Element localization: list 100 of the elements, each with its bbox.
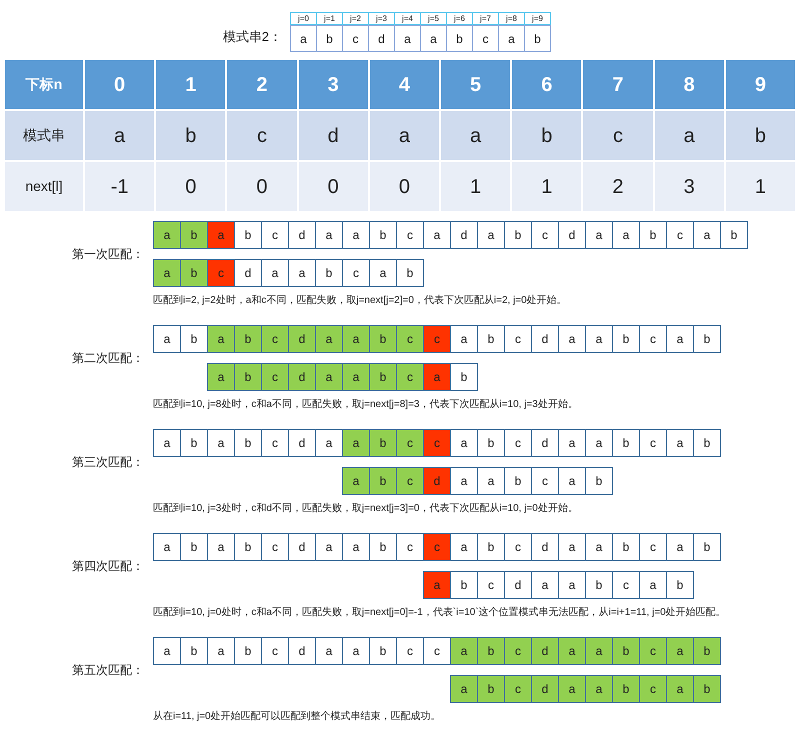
round-caption: 匹配到i=10, j=8处时，c和a不同，匹配失败，取j=next[j=8]=3，代表下次匹配从i=10, j=3处开始。	[153, 398, 579, 412]
char-cell: d	[531, 637, 559, 665]
char-cell: b	[234, 429, 262, 457]
char-cell: d	[531, 675, 559, 703]
char-cell: a	[153, 259, 181, 287]
char-cell: b	[396, 259, 424, 287]
char-cell: c	[261, 637, 289, 665]
char-cell: d	[288, 325, 316, 353]
char-cell: c	[639, 429, 667, 457]
char-cell: a	[153, 325, 181, 353]
table-cell: 0	[227, 162, 297, 211]
table-cell: a	[654, 111, 724, 160]
char-cell: c	[423, 533, 451, 561]
index-cell: j=4	[394, 12, 421, 25]
char-cell: a	[342, 637, 370, 665]
char-cell: a	[315, 363, 343, 391]
char-cell: a	[420, 25, 447, 52]
char-cell: c	[342, 259, 370, 287]
char-cell: b	[180, 259, 208, 287]
index-cell: j=6	[446, 12, 473, 25]
char-cell: b	[612, 325, 640, 353]
char-cell: a	[288, 259, 316, 287]
char-cell: a	[450, 467, 478, 495]
table-cell: 2	[227, 60, 297, 109]
char-cell: a	[315, 221, 343, 249]
char-cell: c	[639, 533, 667, 561]
char-cell: a	[585, 637, 613, 665]
char-cell: c	[261, 429, 289, 457]
char-cell: a	[693, 221, 721, 249]
char-cell: b	[369, 467, 397, 495]
table-cell: 0	[298, 162, 368, 211]
char-cell: a	[207, 533, 235, 561]
char-cell: d	[423, 467, 451, 495]
char-cell: a	[612, 221, 640, 249]
char-cell: a	[342, 221, 370, 249]
table-cell: 1	[726, 162, 795, 211]
char-cell: a	[450, 429, 478, 457]
char-cell: a	[153, 637, 181, 665]
char-cell: b	[180, 533, 208, 561]
round-label: 第四次匹配：	[72, 558, 144, 575]
char-cell: a	[207, 429, 235, 457]
char-cell: d	[234, 259, 262, 287]
char-cell: c	[423, 429, 451, 457]
char-cell: c	[396, 467, 424, 495]
char-cell: c	[396, 325, 424, 353]
char-cell: c	[504, 675, 532, 703]
char-cell: a	[477, 221, 505, 249]
table-cell: a	[85, 111, 154, 160]
char-cell: c	[261, 221, 289, 249]
char-cell: b	[234, 363, 262, 391]
char-cell: c	[477, 571, 505, 599]
char-cell: b	[720, 221, 748, 249]
char-cell: c	[207, 259, 235, 287]
char-cell: b	[369, 533, 397, 561]
char-cell: a	[207, 637, 235, 665]
char-cell: a	[558, 637, 586, 665]
char-cell: a	[666, 533, 694, 561]
char-cell: a	[342, 363, 370, 391]
index-cell: j=2	[342, 12, 369, 25]
char-cell: c	[423, 637, 451, 665]
char-cell: a	[558, 325, 586, 353]
char-cell: c	[472, 25, 499, 52]
table-cell: 1	[440, 162, 510, 211]
round-label: 第二次匹配：	[72, 350, 144, 367]
char-cell: c	[504, 637, 532, 665]
char-cell: c	[396, 637, 424, 665]
char-cell: b	[612, 675, 640, 703]
table-header-cell: 下标n	[5, 60, 83, 109]
char-cell: a	[450, 675, 478, 703]
index-cell: j=0	[290, 12, 317, 25]
char-cell: b	[693, 675, 721, 703]
char-cell: c	[261, 363, 289, 391]
round-caption: 从在i=11, j=0处开始匹配可以匹配到整个模式串结束，匹配成功。	[153, 710, 442, 724]
char-cell: a	[558, 533, 586, 561]
table-cell: b	[726, 111, 795, 160]
char-cell: a	[585, 221, 613, 249]
char-cell: b	[477, 325, 505, 353]
char-cell: b	[504, 221, 532, 249]
char-cell: a	[585, 675, 613, 703]
char-cell: c	[639, 637, 667, 665]
char-cell: b	[666, 571, 694, 599]
char-cell: b	[693, 637, 721, 665]
char-cell: d	[531, 429, 559, 457]
table-header-cell: 模式串	[5, 111, 83, 160]
char-cell: b	[450, 571, 478, 599]
char-cell: c	[639, 675, 667, 703]
char-cell: a	[585, 533, 613, 561]
char-cell: d	[288, 429, 316, 457]
char-cell: c	[261, 325, 289, 353]
char-cell: a	[207, 325, 235, 353]
char-cell: b	[504, 467, 532, 495]
round-caption: 匹配到i=2, j=2处时，a和c不同，匹配失败，取j=next[j=2]=0，代表下次匹配从i=2, j=0处开始。	[153, 294, 568, 308]
char-cell: b	[369, 429, 397, 457]
char-cell: b	[477, 637, 505, 665]
char-cell: b	[446, 25, 473, 52]
table-cell: 8	[654, 60, 724, 109]
char-cell: b	[369, 221, 397, 249]
table-cell: 3	[298, 60, 368, 109]
char-cell: b	[477, 429, 505, 457]
round-label: 第五次匹配：	[72, 662, 144, 679]
